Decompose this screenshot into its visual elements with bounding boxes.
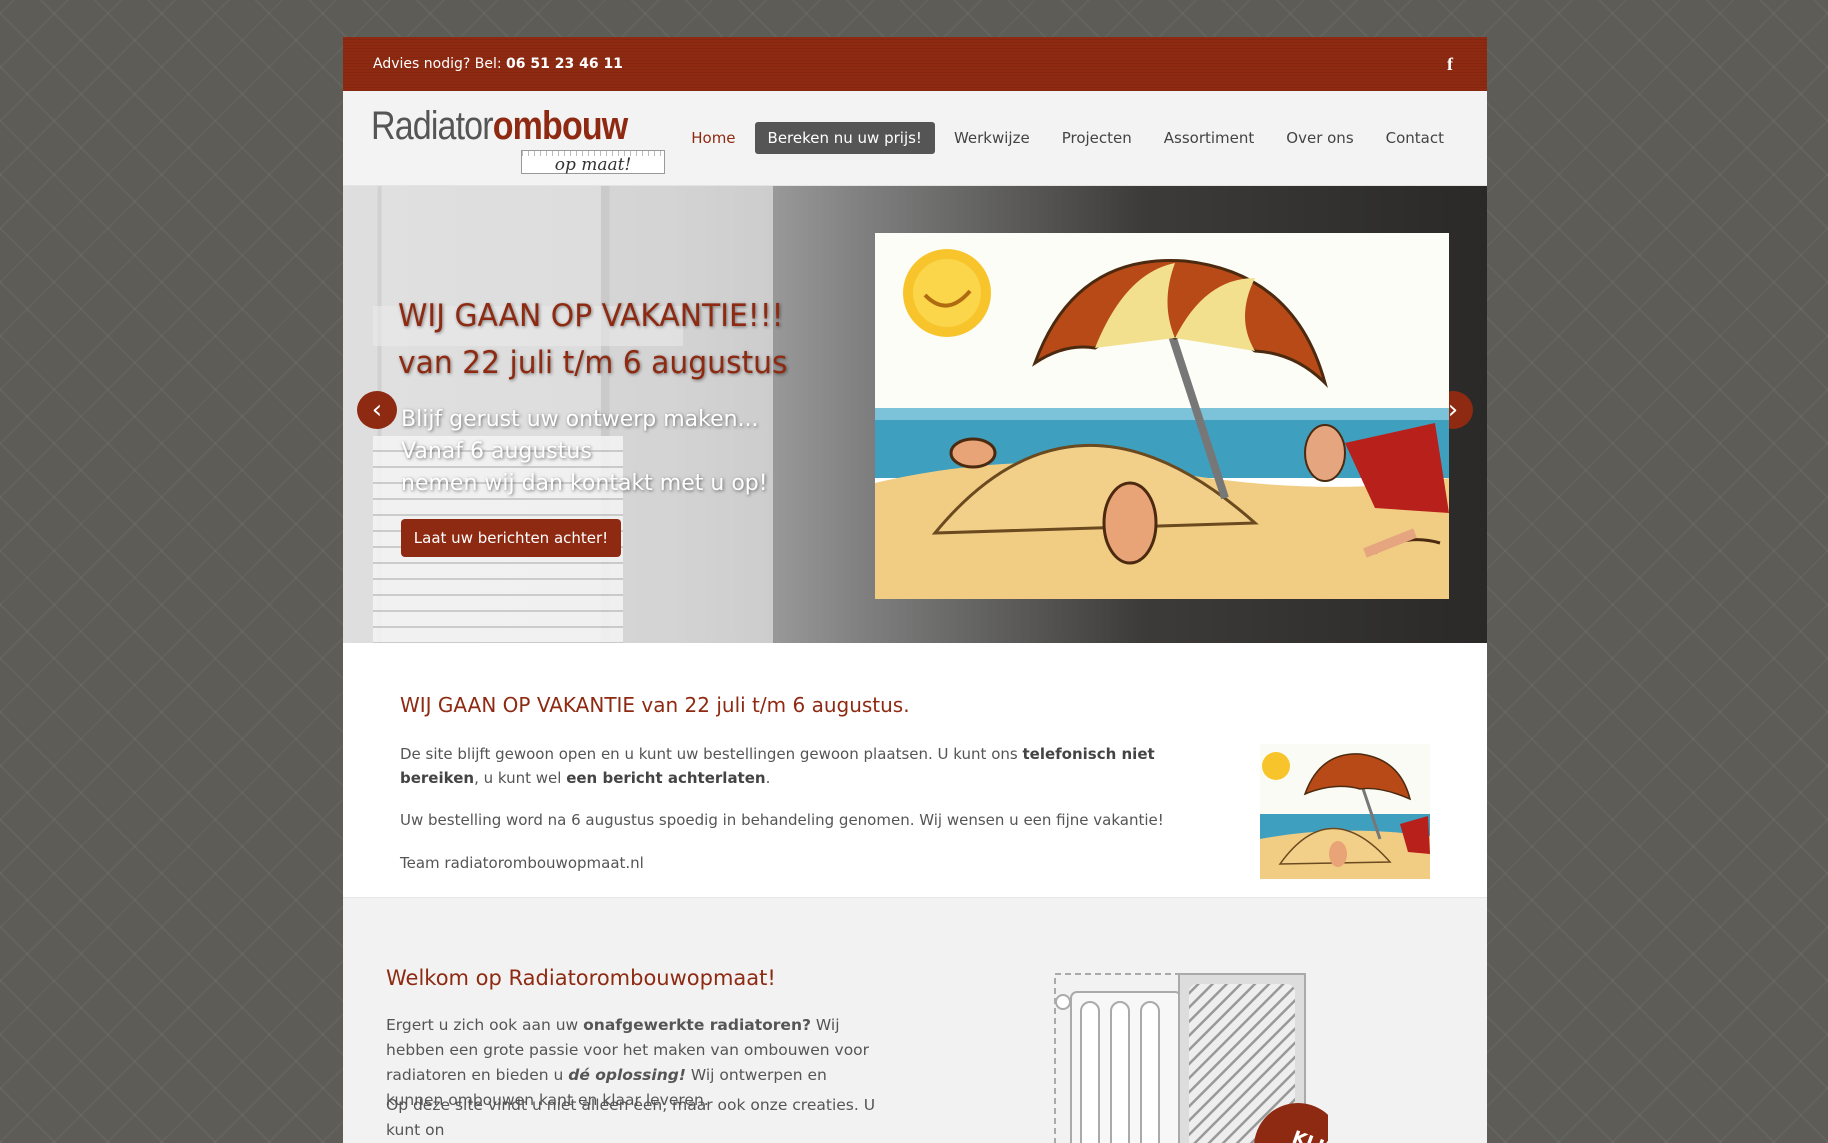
welcome-section: Welkom op Radiatorombouwopmaat! Ergert u… [343, 898, 1487, 1143]
slider-prev-arrow-icon[interactable]: ‹ [357, 391, 397, 429]
hero-title-line2: van 22 juli t/m 6 augustus [398, 345, 788, 381]
welcome-paragraph-2: Op deze site vindt u niet alleen een, ma… [386, 1096, 876, 1139]
nav-item-werkwijze[interactable]: Werkwijze [941, 122, 1043, 154]
hero-title-line1: WIJ GAAN OP VAKANTIE!!! [398, 298, 784, 334]
sun-icon [903, 249, 991, 337]
hero-title: WIJ GAAN OP VAKANTIE!!! van 22 juli t/m … [398, 293, 788, 387]
hero-subtitle: Blijf gerust uw ontwerp maken... Vanaf 6… [401, 404, 768, 500]
nav-item-contact[interactable]: Contact [1373, 122, 1457, 154]
announcement-p1-e: . [765, 769, 771, 787]
nav-item-calculate-price[interactable]: Bereken nu uw prijs! [754, 122, 935, 154]
radiator-illustration [1055, 991, 1182, 1143]
nav-item-projecten[interactable]: Projecten [1049, 122, 1145, 154]
welcome-p1-b: onafgewerkte radiatoren? [583, 1016, 811, 1034]
welcome-title: Welkom op Radiatorombouwopmaat! [386, 966, 776, 990]
logo-wordmark: Radiatorombouw [371, 104, 629, 149]
logo[interactable]: Radiatorombouw op maat! [371, 102, 671, 175]
vacation-thumbnail-image [1260, 744, 1430, 879]
announcement-p1-d: een bericht achterlaten [566, 769, 766, 787]
hero-sub-line1: Blijf gerust uw ontwerp maken... [401, 407, 759, 432]
announcement-p1-a: De site blijft gewoon open en u kunt uw … [400, 745, 1023, 763]
nav-item-assortiment[interactable]: Assortiment [1151, 122, 1268, 154]
radiator-cover-diagram[interactable]: KLIK [1053, 972, 1328, 1143]
logo-tagline: op maat! [521, 150, 665, 175]
advice-text: Advies nodig? Bel: 06 51 23 46 11 [373, 56, 623, 72]
facebook-icon[interactable]: f [1443, 54, 1457, 74]
site-header: Radiatorombouw op maat! Home Bereken nu … [343, 91, 1487, 186]
announcement-paragraph-2: Uw bestelling word na 6 augustus spoedig… [400, 811, 1164, 829]
leave-message-button[interactable]: Laat uw berichten achter! [401, 519, 621, 557]
top-bar: Advies nodig? Bel: 06 51 23 46 11 f [343, 37, 1487, 91]
announcement-paragraph-1: De site blijft gewoon open en u kunt uw … [400, 742, 1230, 790]
hero-sub-line2: Vanaf 6 augustus [401, 439, 592, 464]
logo-part1: Radiator [371, 104, 494, 148]
nav-item-home[interactable]: Home [678, 122, 748, 154]
vacation-beach-illustration [875, 233, 1449, 599]
announcement-signature: Team radiatorombouwopmaat.nl [400, 854, 644, 872]
logo-part2: ombouw [492, 104, 629, 148]
hero-sub-line3: nemen wij dan kontakt met u op! [401, 471, 768, 496]
hero-slider: WIJ GAAN OP VAKANTIE!!! van 22 juli t/m … [343, 186, 1487, 643]
welcome-p1-d: dé oplossing! [568, 1066, 686, 1084]
page-container: Advies nodig? Bel: 06 51 23 46 11 f Radi… [343, 37, 1487, 1143]
phone-number[interactable]: 06 51 23 46 11 [506, 56, 623, 72]
welcome-p1-a: Ergert u zich ook aan uw [386, 1016, 584, 1034]
announcement-p1-c: , u kunt wel [474, 769, 567, 787]
announcement-section: WIJ GAAN OP VAKANTIE van 22 juli t/m 6 a… [343, 643, 1487, 898]
announcement-title: WIJ GAAN OP VAKANTIE van 22 juli t/m 6 a… [400, 693, 910, 717]
advice-label: Advies nodig? Bel: [373, 56, 502, 72]
main-nav: Home Bereken nu uw prijs! Werkwijze Proj… [678, 122, 1457, 154]
nav-item-over-ons[interactable]: Over ons [1273, 122, 1366, 154]
